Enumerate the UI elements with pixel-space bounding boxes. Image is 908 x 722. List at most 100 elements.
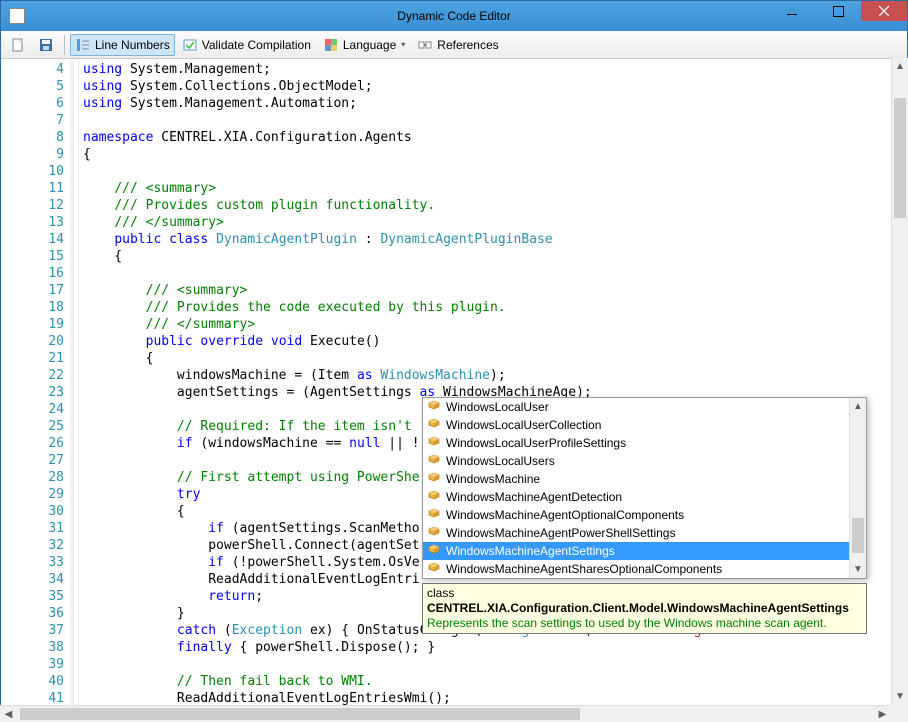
code-line[interactable]: // Then fail back to WMI. bbox=[83, 673, 907, 690]
line-number: 8 bbox=[1, 129, 64, 146]
line-number: 34 bbox=[1, 571, 64, 588]
intellisense-item[interactable]: WindowsMachine bbox=[423, 470, 866, 488]
toolbar: Line Numbers Validate Compilation Langua… bbox=[1, 31, 907, 59]
code-line[interactable]: { bbox=[83, 350, 907, 367]
class-icon bbox=[427, 508, 441, 522]
intellisense-item[interactable]: WindowsMachineAgentPowerShellSettings bbox=[423, 524, 866, 542]
code-line[interactable]: /// </summary> bbox=[83, 214, 907, 231]
tooltip-prefix: class bbox=[427, 586, 454, 600]
validate-label: Validate Compilation bbox=[202, 38, 311, 52]
line-numbers-toggle[interactable]: Line Numbers bbox=[70, 34, 175, 56]
language-label: Language bbox=[343, 38, 396, 52]
line-number: 29 bbox=[1, 486, 64, 503]
language-dropdown[interactable]: Language ▾ bbox=[318, 34, 410, 56]
toolbar-separator bbox=[64, 35, 65, 55]
code-line[interactable]: namespace CENTREL.XIA.Configuration.Agen… bbox=[83, 129, 907, 146]
intellisense-item[interactable]: WindowsMachineAgentSettings bbox=[423, 542, 866, 560]
intellisense-item[interactable]: WindowsMachineAgentOptionalComponents bbox=[423, 506, 866, 524]
tooltip-class-name: CENTREL.XIA.Configuration.Client.Model.W… bbox=[427, 601, 849, 615]
line-numbers-icon bbox=[75, 37, 91, 53]
intellisense-item[interactable]: WindowsLocalUsers bbox=[423, 452, 866, 470]
line-number: 37 bbox=[1, 622, 64, 639]
scroll-left-arrow[interactable]: ◀ bbox=[0, 706, 17, 722]
line-number: 25 bbox=[1, 418, 64, 435]
intellisense-scrollbar[interactable]: ▲ ▼ bbox=[849, 398, 866, 578]
scroll-down-arrow[interactable]: ▼ bbox=[850, 561, 866, 578]
code-line[interactable]: using System.Collections.ObjectModel; bbox=[83, 78, 907, 95]
class-icon bbox=[427, 490, 441, 504]
horizontal-scrollbar[interactable]: ◀ ▶ bbox=[0, 705, 891, 722]
code-line[interactable]: using System.Management; bbox=[83, 61, 907, 78]
intellisense-item-label: WindowsLocalUserProfileSettings bbox=[446, 436, 626, 450]
intellisense-item-label: WindowsLocalUser bbox=[446, 400, 549, 414]
line-number-gutter: 4567891011121314151617181920212223242526… bbox=[1, 59, 79, 721]
class-icon bbox=[427, 562, 441, 576]
scroll-up-arrow[interactable]: ▲ bbox=[850, 398, 866, 415]
code-line[interactable] bbox=[83, 163, 907, 180]
close-button[interactable] bbox=[861, 1, 907, 21]
code-line[interactable]: /// </summary> bbox=[83, 316, 907, 333]
intellisense-item[interactable]: WindowsLocalUserProfileSettings bbox=[423, 434, 866, 452]
line-number: 27 bbox=[1, 452, 64, 469]
line-number: 6 bbox=[1, 95, 64, 112]
minimize-button[interactable] bbox=[769, 1, 815, 21]
vertical-scroll-thumb[interactable] bbox=[894, 98, 906, 218]
validate-button[interactable]: Validate Compilation bbox=[177, 34, 316, 56]
new-button[interactable] bbox=[5, 34, 31, 56]
line-number: 16 bbox=[1, 265, 64, 282]
intellisense-popup[interactable]: WindowsLocalUser WindowsLocalUserCollecti… bbox=[422, 397, 867, 579]
line-number: 40 bbox=[1, 673, 64, 690]
vertical-scrollbar[interactable]: ▲ ▼ bbox=[891, 58, 908, 705]
line-number: 32 bbox=[1, 537, 64, 554]
code-line[interactable] bbox=[83, 656, 907, 673]
window-title: Dynamic Code Editor bbox=[397, 9, 510, 23]
intellisense-item[interactable]: WindowsMachineAgentSharesOptionalCompone… bbox=[423, 560, 866, 578]
references-icon bbox=[417, 37, 433, 53]
intellisense-item[interactable]: WindowsLocalUser bbox=[423, 398, 866, 416]
intellisense-tooltip: class CENTREL.XIA.Configuration.Client.M… bbox=[422, 583, 867, 634]
intellisense-item-label: WindowsMachineAgentSettings bbox=[446, 544, 615, 558]
line-number: 31 bbox=[1, 520, 64, 537]
line-number: 36 bbox=[1, 605, 64, 622]
line-number: 4 bbox=[1, 61, 64, 78]
code-line[interactable]: windowsMachine = (Item as WindowsMachine… bbox=[83, 367, 907, 384]
code-line[interactable]: finally { powerShell.Dispose(); } bbox=[83, 639, 907, 656]
code-line[interactable]: /// <summary> bbox=[83, 180, 907, 197]
code-line[interactable]: public override void Execute() bbox=[83, 333, 907, 350]
horizontal-scroll-thumb[interactable] bbox=[20, 708, 580, 720]
class-icon bbox=[427, 544, 441, 558]
line-number: 20 bbox=[1, 333, 64, 350]
scroll-up-arrow[interactable]: ▲ bbox=[892, 58, 908, 75]
code-line[interactable] bbox=[83, 265, 907, 282]
line-number: 7 bbox=[1, 112, 64, 129]
save-icon bbox=[38, 37, 54, 53]
scroll-right-arrow[interactable]: ▶ bbox=[874, 706, 891, 722]
chevron-down-icon: ▾ bbox=[401, 40, 405, 49]
maximize-button[interactable] bbox=[815, 1, 861, 21]
code-line[interactable]: { bbox=[83, 146, 907, 163]
line-number: 33 bbox=[1, 554, 64, 571]
line-number: 24 bbox=[1, 401, 64, 418]
class-icon bbox=[427, 418, 441, 432]
code-line[interactable] bbox=[83, 112, 907, 129]
intellisense-item-label: WindowsLocalUsers bbox=[446, 454, 555, 468]
code-line[interactable]: /// <summary> bbox=[83, 282, 907, 299]
intellisense-item[interactable]: WindowsLocalUserCollection bbox=[423, 416, 866, 434]
line-number: 21 bbox=[1, 350, 64, 367]
code-line[interactable]: /// Provides the code executed by this p… bbox=[83, 299, 907, 316]
line-number: 22 bbox=[1, 367, 64, 384]
line-number: 11 bbox=[1, 180, 64, 197]
code-line[interactable]: public class DynamicAgentPlugin : Dynami… bbox=[83, 231, 907, 248]
code-line[interactable]: using System.Management.Automation; bbox=[83, 95, 907, 112]
line-number: 38 bbox=[1, 639, 64, 656]
save-button[interactable] bbox=[33, 34, 59, 56]
intellisense-scroll-thumb[interactable] bbox=[852, 518, 864, 553]
class-icon bbox=[427, 436, 441, 450]
scroll-down-arrow[interactable]: ▼ bbox=[892, 688, 908, 705]
code-line[interactable]: { bbox=[83, 248, 907, 265]
references-button[interactable]: References bbox=[412, 34, 503, 56]
intellisense-item[interactable]: WindowsMachineAgentDetection bbox=[423, 488, 866, 506]
line-number: 14 bbox=[1, 231, 64, 248]
intellisense-item-label: WindowsMachineAgentSharesOptionalCompone… bbox=[446, 562, 722, 576]
code-line[interactable]: /// Provides custom plugin functionality… bbox=[83, 197, 907, 214]
